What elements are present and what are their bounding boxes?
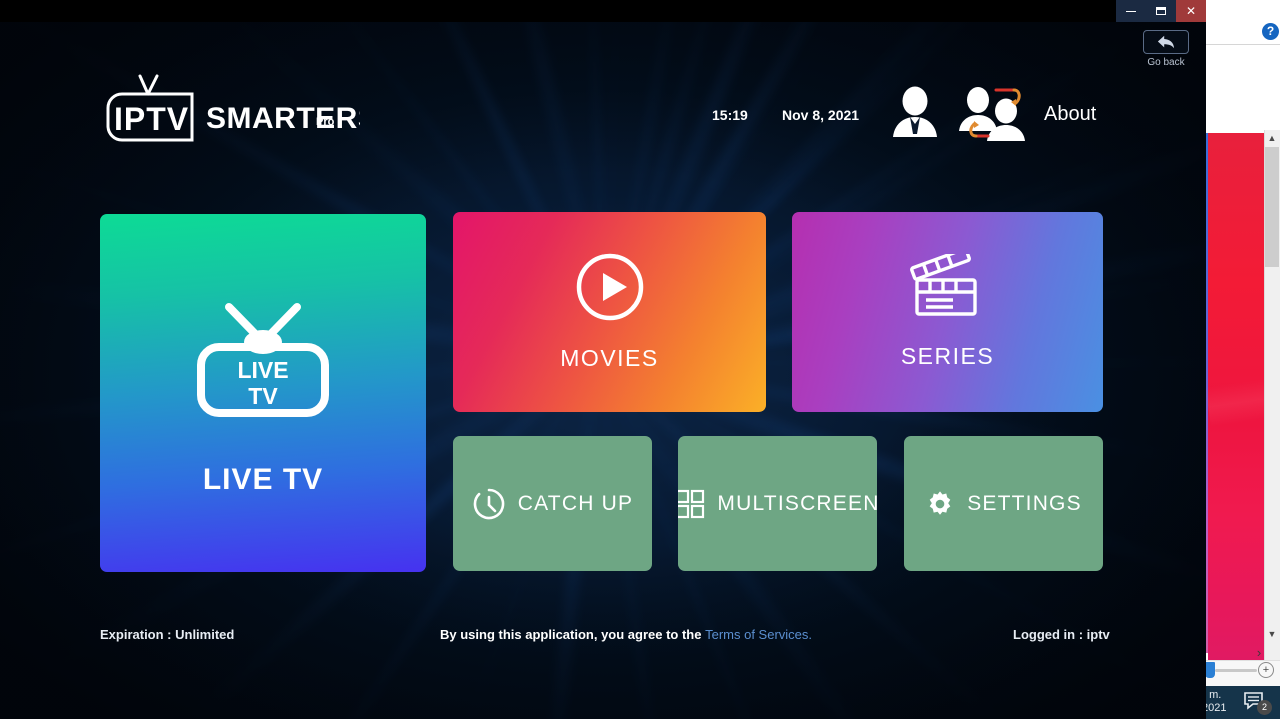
zoom-slider-handle[interactable] xyxy=(1205,662,1215,678)
tile-multiscreen-label: MULTISCREEN xyxy=(717,491,877,515)
logo-text-pro: Pro xyxy=(316,116,335,128)
go-back-box xyxy=(1143,30,1189,54)
svg-text:IPTV: IPTV xyxy=(114,101,189,137)
expiration-text: Expiration : Unlimited xyxy=(100,627,235,642)
background-photo xyxy=(1205,133,1269,663)
clock-icon xyxy=(472,487,506,521)
notification-badge: 2 xyxy=(1257,700,1272,715)
tile-settings-label: SETTINGS xyxy=(967,491,1082,515)
tile-live-tv[interactable]: LIVE TV LIVE TV xyxy=(100,214,426,572)
header-time: 15:19 xyxy=(712,107,748,123)
tile-movies-label: MOVIES xyxy=(560,345,659,371)
logo-text-smarters: SMARTERS xyxy=(100,72,101,73)
minimize-icon xyxy=(1126,10,1136,12)
switch-user-icon[interactable] xyxy=(958,86,1028,141)
app-titlebar: ✕ xyxy=(0,0,1206,22)
tile-series[interactable]: SERIES xyxy=(792,212,1103,412)
close-button[interactable]: ✕ xyxy=(1176,0,1206,22)
scroll-down-icon[interactable]: ▼ xyxy=(1264,626,1280,642)
app-logo: IPTV SMARTERS IPTV SMARTERS Pro xyxy=(100,72,378,142)
gear-icon xyxy=(925,489,955,519)
scroll-up-icon[interactable]: ▲ xyxy=(1264,130,1280,146)
taskbar: . m. 2021 2 xyxy=(1198,686,1280,719)
scrollbar-thumb[interactable] xyxy=(1265,147,1279,267)
header-date: Nov 8, 2021 xyxy=(782,107,860,123)
go-back-button[interactable]: Go back xyxy=(1134,30,1198,76)
restore-window-icon xyxy=(1156,7,1166,15)
tile-multiscreen[interactable]: MULTISCREEN xyxy=(678,436,877,571)
about-link[interactable]: About xyxy=(1044,103,1096,126)
zoom-in-icon[interactable]: + xyxy=(1258,662,1274,678)
tile-movies[interactable]: MOVIES xyxy=(453,212,766,412)
tv-icon: LIVE TV xyxy=(183,290,343,425)
svg-text:LIVE: LIVE xyxy=(237,357,288,383)
tile-settings[interactable]: SETTINGS xyxy=(904,436,1103,571)
user-profile-icon[interactable] xyxy=(890,86,940,138)
app-header: IPTV SMARTERS IPTV SMARTERS Pro 15:19 No… xyxy=(0,60,1206,160)
iptv-smarters-app-window: ✕ Go back IPTV SMARTERS xyxy=(0,0,1206,719)
svg-text:TV: TV xyxy=(248,383,278,409)
clapperboard-icon xyxy=(909,247,986,325)
svg-text:SMARTERS: SMARTERS xyxy=(206,102,360,135)
back-arrow-icon xyxy=(1157,35,1175,49)
terms-text: By using this application, you agree to … xyxy=(440,627,812,642)
zoom-slider-track[interactable] xyxy=(1215,669,1257,672)
screen-root: ✕ ⌃ ? ▲ ▼ › + . m. 2021 2 xyxy=(0,0,1280,719)
help-icon[interactable]: ? xyxy=(1262,23,1279,40)
tile-series-label: SERIES xyxy=(900,343,995,369)
tile-live-tv-label: LIVE TV xyxy=(202,462,324,496)
play-circle-icon xyxy=(575,252,645,327)
app-footer: Expiration : Unlimited By using this app… xyxy=(0,624,1206,650)
minimize-button[interactable] xyxy=(1116,0,1146,22)
logged-in-text: Logged in : iptv xyxy=(1013,627,1110,642)
tile-catch-up[interactable]: CATCH UP xyxy=(453,436,652,571)
terms-prefix: By using this application, you agree to … xyxy=(440,627,706,642)
maximize-button[interactable] xyxy=(1146,0,1176,22)
grid-four-icon xyxy=(678,489,705,519)
next-arrow-icon[interactable]: › xyxy=(1250,645,1268,661)
go-back-label: Go back xyxy=(1147,57,1185,68)
terms-of-services-link[interactable]: Terms of Services. xyxy=(705,627,812,642)
photo-highlight xyxy=(1205,379,1269,427)
tile-catch-up-label: CATCH UP xyxy=(517,491,634,515)
